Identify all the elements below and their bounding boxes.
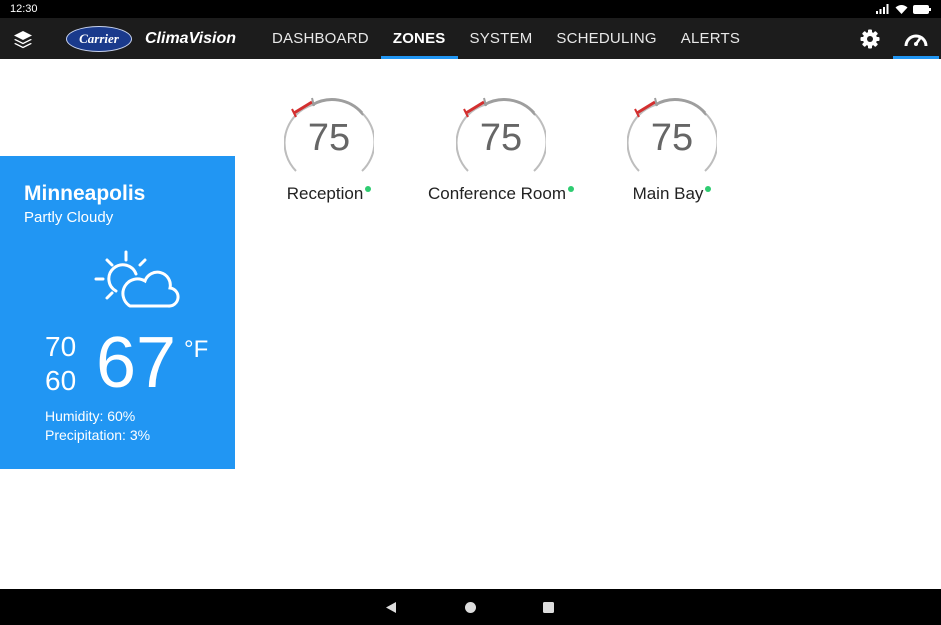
- android-nav-bar: [0, 589, 941, 625]
- zone-card-reception[interactable]: 75 Reception: [249, 95, 409, 205]
- carrier-logo: Carrier: [66, 25, 132, 52]
- zone-temperature: 75: [650, 117, 694, 159]
- zone-name: Main Bay: [592, 184, 752, 204]
- settings-button[interactable]: [856, 18, 884, 59]
- zone-status-dot: [365, 186, 372, 192]
- weather-condition: Partly Cloudy: [24, 209, 114, 226]
- zone-name-label: Conference Room: [428, 184, 566, 203]
- status-icons: [876, 4, 931, 14]
- wifi-icon: [895, 5, 908, 14]
- tab-zones[interactable]: ZONES: [380, 18, 458, 59]
- temp-low: 60: [45, 365, 77, 396]
- layers-icon: [14, 30, 32, 48]
- weather-card: Minneapolis Partly Cloudy 70 60 67 °F Hu…: [0, 156, 235, 469]
- home-circle-icon: [464, 601, 476, 613]
- status-time: 12:30: [10, 3, 38, 15]
- zone-status-dot: [705, 186, 712, 192]
- humidity-text: Humidity: 60%: [45, 408, 136, 424]
- zone-status-dot: [567, 186, 574, 192]
- zone-name-label: Main Bay: [632, 184, 704, 203]
- home-button[interactable]: [455, 589, 485, 625]
- tab-dashboard[interactable]: DASHBOARD: [260, 18, 381, 59]
- zone-temperature: 75: [479, 117, 523, 159]
- status-bar: 12:30: [0, 0, 941, 18]
- battery-icon: [913, 4, 931, 14]
- zone-card-main-bay[interactable]: 75 Main Bay: [592, 95, 752, 205]
- layers-menu-button[interactable]: [0, 18, 46, 59]
- recents-square-icon: [542, 601, 554, 613]
- current-temperature: 67: [96, 323, 177, 403]
- zone-name-label: Reception: [286, 184, 364, 203]
- speedometer-icon: [904, 34, 928, 46]
- zone-temperature: 75: [307, 117, 351, 159]
- partly-cloudy-icon: [94, 250, 180, 308]
- back-triangle-icon: [386, 601, 396, 613]
- weather-city: Minneapolis: [24, 182, 146, 205]
- zone-name: Conference Room: [421, 184, 581, 204]
- app-bar: Carrier ClimaVision DASHBOARD ZONES SYST…: [0, 18, 941, 59]
- temp-high: 70: [45, 331, 77, 362]
- zone-card-conference-room[interactable]: 75 Conference Room: [421, 95, 581, 205]
- gear-icon: [860, 29, 880, 48]
- brand-logo-text: Carrier: [79, 30, 119, 46]
- zone-name: Reception: [249, 184, 409, 204]
- signal-icon: [876, 4, 889, 14]
- dashboard-gauge-button[interactable]: [893, 18, 939, 59]
- main-nav: DASHBOARD ZONES SYSTEM SCHEDULING ALERTS: [260, 18, 752, 59]
- precipitation-text: Precipitation: 3%: [45, 427, 151, 443]
- tab-scheduling[interactable]: SCHEDULING: [544, 18, 668, 59]
- tab-alerts[interactable]: ALERTS: [669, 18, 752, 59]
- app-name: ClimaVision: [145, 29, 236, 47]
- tab-system[interactable]: SYSTEM: [458, 18, 545, 59]
- back-button[interactable]: [376, 589, 406, 625]
- temperature-unit: °F: [184, 336, 209, 363]
- recents-button[interactable]: [533, 589, 563, 625]
